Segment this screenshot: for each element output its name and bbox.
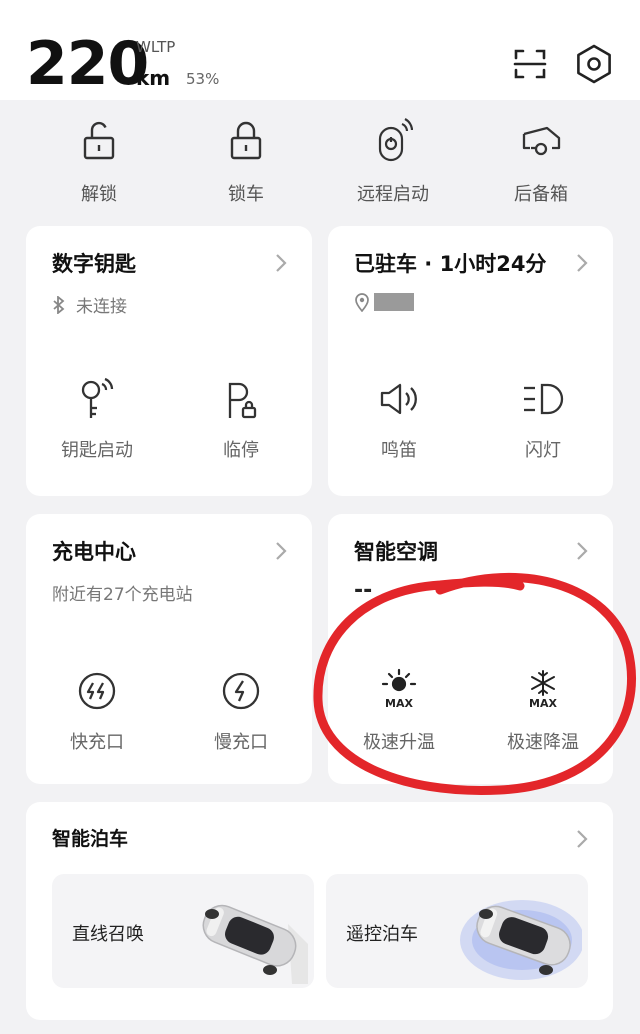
smart-parking-card[interactable]: 智能泊车 直线召唤 遥控泊车 xyxy=(26,802,613,1020)
nearby-stations: 附近有27个充电站 xyxy=(52,585,193,605)
car-remote-illustration-icon xyxy=(460,900,582,980)
card-title: 充电中心 xyxy=(52,540,136,564)
quick-action-label: 远程启动 xyxy=(357,184,429,205)
quick-action-label: 后备箱 xyxy=(514,184,568,205)
scan-icon[interactable] xyxy=(506,40,554,88)
trunk-icon xyxy=(522,126,561,156)
quick-action-label: 解锁 xyxy=(81,184,117,205)
top-bar: 220 WLTP km 53% xyxy=(0,0,640,100)
action-label: 临停 xyxy=(223,440,259,461)
battery-percent: 53% xyxy=(186,70,220,88)
max-heat-icon: MAX xyxy=(381,668,417,710)
quick-action-label: 锁车 xyxy=(228,184,264,205)
action-label: 慢充口 xyxy=(214,732,268,753)
straight-summon-tile[interactable]: 直线召唤 xyxy=(52,874,314,988)
temp-parking-button[interactable]: 临停 xyxy=(186,376,296,462)
range-standard: WLTP xyxy=(136,38,176,56)
action-label: 闪灯 xyxy=(525,440,561,461)
key-status-text: 未连接 xyxy=(76,297,127,317)
card-title: 智能空调 xyxy=(354,540,438,564)
card-title: 数字钥匙 xyxy=(52,252,136,276)
lock-icon xyxy=(230,121,262,160)
range-value: 220 xyxy=(26,29,149,99)
quick-actions-row: 解锁 锁车 远程启动 后备箱 xyxy=(0,100,640,210)
bluetooth-icon xyxy=(53,295,65,314)
action-label: 快充口 xyxy=(70,732,124,753)
action-label: 钥匙启动 xyxy=(61,440,133,461)
chevron-right-icon[interactable] xyxy=(575,540,589,562)
redacted-address xyxy=(374,293,414,311)
car-illustration-icon xyxy=(202,904,308,984)
unlock-icon xyxy=(83,121,115,160)
card-title: 智能泊车 xyxy=(52,828,129,850)
chevron-right-icon[interactable] xyxy=(274,252,288,274)
fast-charge-icon xyxy=(78,672,116,710)
max-heat-button[interactable]: MAX 极速升温 xyxy=(344,668,454,754)
charging-center-card[interactable]: 充电中心 附近有27个充电站 快充口 慢充口 xyxy=(26,514,312,784)
key-status: 未连接 xyxy=(52,292,127,317)
key-start-button[interactable]: 钥匙启动 xyxy=(42,376,152,462)
remote-parking-tile[interactable]: 遥控泊车 xyxy=(326,874,588,988)
digital-key-card[interactable]: 数字钥匙 未连接 钥匙启动 临停 xyxy=(26,226,312,496)
location-pin-icon xyxy=(355,293,369,312)
lock-button[interactable]: 锁车 xyxy=(186,112,306,212)
remote-start-button[interactable]: 远程启动 xyxy=(333,112,453,212)
action-label: 极速升温 xyxy=(363,732,435,753)
max-badge: MAX xyxy=(529,697,557,710)
max-cool-button[interactable]: MAX 极速降温 xyxy=(488,668,598,754)
fast-charge-port-button[interactable]: 快充口 xyxy=(42,668,152,754)
chevron-right-icon[interactable] xyxy=(575,828,589,850)
card-title: 已驻车 · 1小时24分 xyxy=(354,252,547,276)
flash-lights-button[interactable]: 闪灯 xyxy=(488,376,598,462)
trunk-button[interactable]: 后备箱 xyxy=(481,112,601,212)
horn-button[interactable]: 鸣笛 xyxy=(344,376,454,462)
key-start-icon xyxy=(81,377,114,418)
unlock-button[interactable]: 解锁 xyxy=(39,112,159,212)
cabin-temperature: -- xyxy=(354,578,373,603)
smart-climate-card[interactable]: 智能空调 -- MAX 极速升温 MAX 极速降温 xyxy=(328,514,613,784)
remote-start-icon xyxy=(378,118,413,162)
range-unit: km xyxy=(136,66,171,90)
slow-charge-port-button[interactable]: 慢充口 xyxy=(186,668,296,754)
chevron-right-icon[interactable] xyxy=(575,252,589,274)
headlight-icon xyxy=(524,383,564,415)
parking-location xyxy=(354,292,414,312)
slow-charge-icon xyxy=(222,672,260,710)
horn-icon xyxy=(380,383,417,415)
action-label: 鸣笛 xyxy=(381,440,417,461)
action-label: 极速降温 xyxy=(507,732,579,753)
settings-icon[interactable] xyxy=(570,40,618,88)
parking-status-card[interactable]: 已驻车 · 1小时24分 鸣笛 闪灯 xyxy=(328,226,613,496)
temp-parking-icon xyxy=(228,382,257,419)
max-cool-icon: MAX xyxy=(529,670,557,710)
tile-label: 遥控泊车 xyxy=(346,924,418,945)
max-badge: MAX xyxy=(385,697,413,710)
tile-label: 直线召唤 xyxy=(72,924,144,945)
chevron-right-icon[interactable] xyxy=(274,540,288,562)
